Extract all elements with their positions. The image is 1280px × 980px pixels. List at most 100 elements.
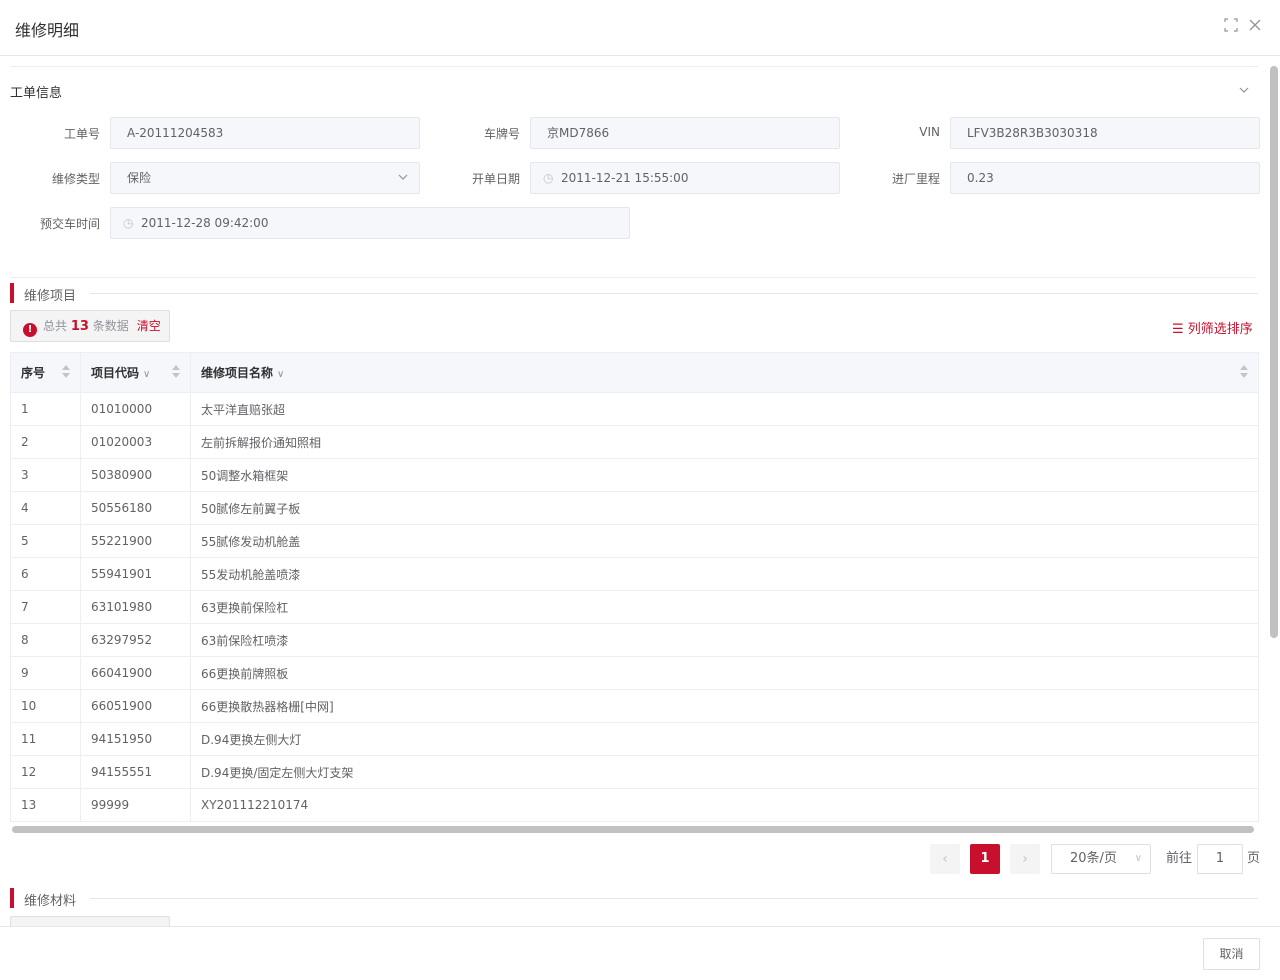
repair-type-select[interactable]: 保险 — [110, 162, 420, 194]
cell-name: 50调整水箱框架 — [190, 458, 1259, 492]
cell-index: 7 — [10, 590, 81, 624]
delivery-time-label: 预交车时间 — [39, 217, 100, 231]
cell-name: 66更换散热器格栅[中网] — [190, 689, 1259, 723]
cell-index: 9 — [10, 656, 81, 690]
column-sort-button[interactable]: ☰ 列筛选排序 — [1172, 318, 1253, 337]
table-row[interactable]: 6 55941901 55发动机舱盖喷漆 — [10, 557, 1259, 591]
chevron-down-icon[interactable]: ∨ — [143, 369, 150, 380]
cell-code: 01010000 — [80, 392, 191, 426]
chevron-down-icon — [397, 163, 409, 193]
mileage-label: 进厂里程 — [891, 172, 940, 186]
prev-page-button[interactable]: ‹ — [930, 844, 960, 874]
divider — [90, 898, 1258, 899]
total-prefix: 总共 — [43, 319, 68, 333]
cell-index: 5 — [10, 524, 81, 558]
repair-materials-title: 维修材料 — [24, 894, 77, 909]
table-body: 1 01010000 太平洋直赔张超 2 01020003 左前拆解报价通知照相 3 5038… — [10, 392, 1259, 822]
table-row[interactable]: 9 66041900 66更换前牌照板 — [10, 656, 1259, 690]
page-size-select[interactable]: 20条/页 ∨ — [1051, 844, 1151, 874]
cell-code: 63297952 — [80, 623, 191, 657]
plate-field[interactable]: 京MD7866 — [530, 117, 840, 149]
horizontal-scrollbar[interactable] — [12, 826, 1254, 833]
table-row[interactable]: 5 55221900 55腻修发动机舱盖 — [10, 524, 1259, 558]
cell-code: 50380900 — [80, 458, 191, 492]
vertical-scrollbar[interactable] — [1270, 66, 1278, 638]
clear-button[interactable]: 清空 — [137, 319, 161, 333]
page-size-value: 20条/页 — [1070, 851, 1117, 866]
cell-code: 99999 — [80, 788, 191, 822]
table-row[interactable]: 1 01010000 太平洋直赔张超 — [10, 392, 1259, 426]
table-row[interactable]: 11 94151950 D.94更换左侧大灯 — [10, 722, 1259, 756]
cell-name: 55发动机舱盖喷漆 — [190, 557, 1259, 591]
chevron-down-icon[interactable] — [1238, 84, 1252, 98]
cell-code: 66041900 — [80, 656, 191, 690]
cell-index: 13 — [10, 788, 81, 822]
sort-icon[interactable] — [1240, 365, 1248, 381]
vin-field[interactable]: LFV3B28R3B3030318 — [950, 117, 1260, 149]
table-row[interactable]: 12 94155551 D.94更换/固定左侧大灯支架 — [10, 755, 1259, 789]
sort-icon[interactable] — [62, 365, 70, 381]
cell-name: 66更换前牌照板 — [190, 656, 1259, 690]
cell-name: 左前拆解报价通知照相 — [190, 425, 1259, 459]
work-order-section-title: 工单信息 — [10, 86, 63, 101]
filter-icon: ☰ — [1172, 322, 1184, 337]
maximize-icon[interactable] — [1222, 18, 1240, 36]
table-row[interactable]: 2 01020003 左前拆解报价通知照相 — [10, 425, 1259, 459]
cell-index: 2 — [10, 425, 81, 459]
dialog-body: 工单信息 工单号 A-20111204583 车牌号 京MD7866 VIN L… — [0, 56, 1268, 926]
table-row[interactable]: 4 50556180 50腻修左前翼子板 — [10, 491, 1259, 525]
dialog-title: 维修明细 — [15, 21, 80, 40]
dialog-header: 维修明细 — [0, 0, 1280, 56]
goto-page-input[interactable]: 1 — [1197, 844, 1243, 874]
cell-name: D.94更换/固定左侧大灯支架 — [190, 755, 1259, 789]
cancel-button[interactable]: 取消 — [1203, 938, 1260, 970]
table-row[interactable]: 3 50380900 50调整水箱框架 — [10, 458, 1259, 492]
table-row[interactable]: 10 66051900 66更换散热器格栅[中网] — [10, 689, 1259, 723]
open-date-label: 开单日期 — [471, 172, 520, 186]
repair-type-value: 保险 — [127, 171, 152, 185]
column-header-index[interactable]: 序号 — [10, 352, 81, 393]
plate-value: 京MD7866 — [547, 126, 610, 140]
delivery-time-value: 2011-12-28 09:42:00 — [141, 216, 269, 230]
clock-icon: ◷ — [543, 171, 554, 185]
cell-name: D.94更换左侧大灯 — [190, 722, 1259, 756]
order-no-field[interactable]: A-20111204583 — [110, 117, 420, 149]
section-marker — [10, 888, 14, 908]
close-icon[interactable] — [1246, 18, 1264, 36]
cell-name: XY201112210174 — [190, 788, 1259, 822]
section-marker — [10, 283, 14, 303]
mileage-field[interactable]: 0.23 — [950, 162, 1260, 194]
cell-code: 50556180 — [80, 491, 191, 525]
cell-code: 94155551 — [80, 755, 191, 789]
column-header-label: 项目代码 — [91, 366, 140, 380]
cell-index: 3 — [10, 458, 81, 492]
cell-code: 01020003 — [80, 425, 191, 459]
chevron-down-icon[interactable]: ∨ — [277, 369, 284, 380]
total-count-alert: ! 总共 13 条数据 清空 — [10, 310, 170, 342]
cell-name: 63更换前保险杠 — [190, 590, 1259, 624]
materials-count-alert — [10, 916, 170, 926]
next-page-button[interactable]: › — [1010, 844, 1040, 874]
cell-name: 63前保险杠喷漆 — [190, 623, 1259, 657]
vin-label: VIN — [919, 125, 940, 139]
table-row[interactable]: 8 63297952 63前保险杠喷漆 — [10, 623, 1259, 657]
column-header-name[interactable]: 维修项目名称 ∨ — [190, 352, 1259, 393]
repair-items-table: 序号 项目代码 ∨ 维修项目名称 ∨ 1 01010000 太平洋直赔张超 2 010200… — [10, 352, 1259, 822]
sort-icon[interactable] — [172, 365, 180, 381]
order-no-value: A-20111204583 — [127, 126, 224, 140]
open-date-field[interactable]: ◷ 2011-12-21 15:55:00 — [530, 162, 840, 194]
column-header-label: 序号 — [21, 366, 46, 380]
cell-index: 10 — [10, 689, 81, 723]
divider — [90, 293, 1258, 294]
info-icon: ! — [23, 323, 37, 337]
page-number-button[interactable]: 1 — [970, 844, 1000, 874]
table-row[interactable]: 7 63101980 63更换前保险杠 — [10, 590, 1259, 624]
cell-code: 63101980 — [80, 590, 191, 624]
repair-type-label: 维修类型 — [51, 172, 100, 186]
delivery-time-field[interactable]: ◷ 2011-12-28 09:42:00 — [110, 207, 630, 239]
table-row[interactable]: 13 99999 XY201112210174 — [10, 788, 1259, 822]
column-header-code[interactable]: 项目代码 ∨ — [80, 352, 191, 393]
goto-suffix: 页 — [1247, 851, 1261, 866]
cell-index: 4 — [10, 491, 81, 525]
plate-label: 车牌号 — [483, 127, 520, 141]
